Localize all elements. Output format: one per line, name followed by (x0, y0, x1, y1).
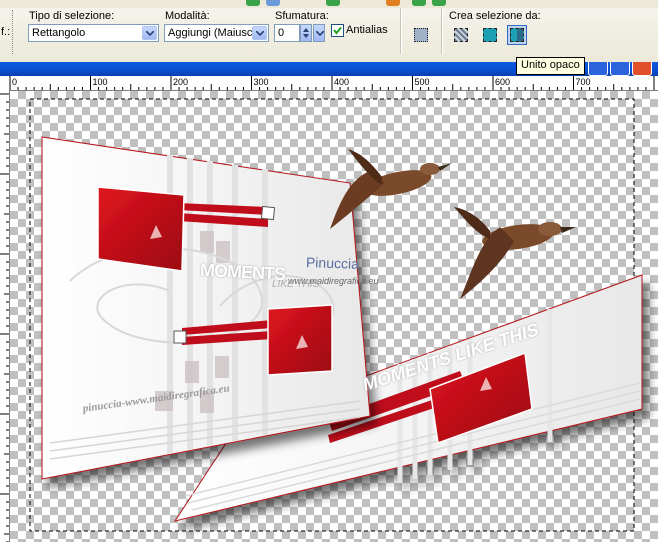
opaque-selection-icon[interactable] (480, 25, 500, 45)
image-window: 0 100 200 300 400 500 600 700 Pinuccia w… (0, 62, 658, 542)
truncated-label: f.: (1, 26, 11, 38)
vertical-ruler (0, 90, 10, 542)
image-canvas[interactable]: Pinuccia www.maidiregrafica.eu MOMENTS L… (10, 91, 658, 542)
toolbar-separator (400, 8, 402, 54)
tooltip: Unito opaco (516, 57, 585, 75)
mode-label: Modalità: (165, 10, 210, 22)
create-selection-label: Crea selezione da: (449, 10, 541, 22)
toolbar-icon[interactable] (266, 0, 280, 6)
toolbar-icon[interactable] (326, 0, 340, 6)
maximize-icon[interactable] (610, 62, 630, 76)
ruler-label: 200 (173, 77, 189, 87)
selection-type-value: Rettangolo (32, 27, 86, 39)
ruler-label: 300 (253, 77, 269, 87)
selection-type-label: Tipo di selezione: (29, 10, 115, 22)
chevron-down-icon[interactable] (252, 26, 267, 40)
mode-dropdown[interactable]: Aggiungi (Maiusc) (164, 24, 269, 42)
close-icon[interactable] (632, 62, 652, 76)
chevron-down-icon[interactable] (142, 26, 157, 40)
feather-spinner[interactable] (300, 24, 312, 42)
selection-type-dropdown[interactable]: Rettangolo (28, 24, 159, 42)
toolbar-icon[interactable] (432, 0, 446, 6)
toolbar-icon[interactable] (386, 0, 400, 6)
duck-bottom (454, 207, 576, 299)
antialias-label: Antialias (346, 24, 388, 36)
ruler-label: 500 (414, 77, 430, 87)
toolbar-icon[interactable] (412, 0, 426, 6)
select-all-icon[interactable] (411, 25, 431, 45)
toolbar-separator (441, 8, 443, 54)
like-this-text-left: LIKE THIS (272, 279, 320, 290)
feather-label: Sfumatura: (275, 10, 329, 22)
toolbar-gripper[interactable] (12, 10, 16, 54)
feather-slider-button[interactable] (313, 24, 325, 42)
ruler-label: 700 (575, 77, 591, 87)
minimize-icon[interactable] (588, 62, 608, 76)
ruler-label: 400 (334, 77, 350, 87)
feather-input[interactable]: 0 (274, 24, 300, 42)
feather-value: 0 (278, 27, 285, 39)
ruler-label: 600 (495, 77, 511, 87)
layer-selection-icon[interactable] (451, 25, 471, 45)
watermark-name: Pinuccia (305, 254, 360, 272)
top-toolbar-strip (0, 0, 658, 8)
merged-opaque-icon[interactable] (507, 25, 527, 45)
ruler-label: 100 (92, 77, 108, 87)
antialias-checkbox[interactable] (331, 24, 344, 37)
tool-options-bar: f.: Tipo di selezione: Rettangolo Modali… (0, 0, 658, 63)
toolbar-icon[interactable] (246, 0, 260, 6)
horizontal-ruler: 0 100 200 300 400 500 600 700 (0, 76, 658, 91)
mode-value: Aggiungi (Maiusc) (168, 27, 257, 39)
ruler-label: 0 (12, 77, 18, 87)
